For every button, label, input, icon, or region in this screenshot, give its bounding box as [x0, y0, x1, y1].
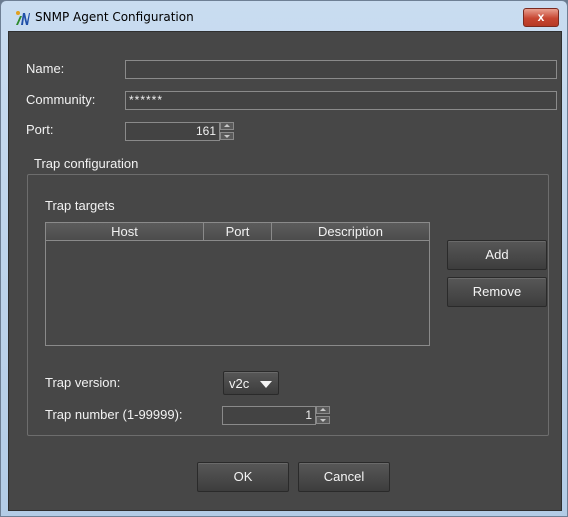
trap-version-label: Trap version:: [45, 375, 121, 390]
close-icon: x: [537, 10, 545, 24]
column-header-host[interactable]: Host: [46, 223, 204, 241]
add-button[interactable]: Add: [447, 240, 547, 270]
trap-number-label: Trap number (1-99999):: [45, 407, 183, 422]
spin-down-icon[interactable]: [220, 132, 234, 140]
column-header-description[interactable]: Description: [272, 223, 429, 241]
trap-version-dropdown[interactable]: v2c: [223, 371, 279, 395]
title-bar[interactable]: SNMP Agent Configuration x: [1, 1, 567, 31]
app-logo-icon: [16, 11, 30, 25]
trap-targets-table[interactable]: Host Port Description: [45, 222, 430, 346]
ok-button[interactable]: OK: [197, 462, 289, 492]
remove-button[interactable]: Remove: [447, 277, 547, 307]
trap-configuration-title: Trap configuration: [31, 156, 142, 171]
column-header-port[interactable]: Port: [204, 223, 272, 241]
dialog-window: SNMP Agent Configuration x Name: Communi…: [0, 0, 568, 517]
window-title: SNMP Agent Configuration: [35, 10, 194, 24]
community-field[interactable]: ******: [125, 91, 557, 110]
spin-up-icon[interactable]: [316, 406, 330, 414]
cancel-button[interactable]: Cancel: [298, 462, 390, 492]
trap-targets-label: Trap targets: [45, 198, 115, 213]
spin-down-icon[interactable]: [316, 416, 330, 424]
trap-number-field[interactable]: 1: [222, 406, 316, 425]
dialog-body: Name: Community: ****** Port: 161 Trap c…: [8, 31, 562, 511]
port-field[interactable]: 161: [125, 122, 220, 141]
spin-up-icon[interactable]: [220, 122, 234, 130]
community-label: Community:: [26, 92, 96, 107]
trap-version-value: v2c: [229, 376, 250, 391]
close-button[interactable]: x: [523, 8, 559, 27]
port-label: Port:: [26, 122, 54, 137]
chevron-down-icon: [260, 381, 272, 388]
name-label: Name:: [26, 61, 65, 76]
name-field[interactable]: [125, 60, 557, 79]
